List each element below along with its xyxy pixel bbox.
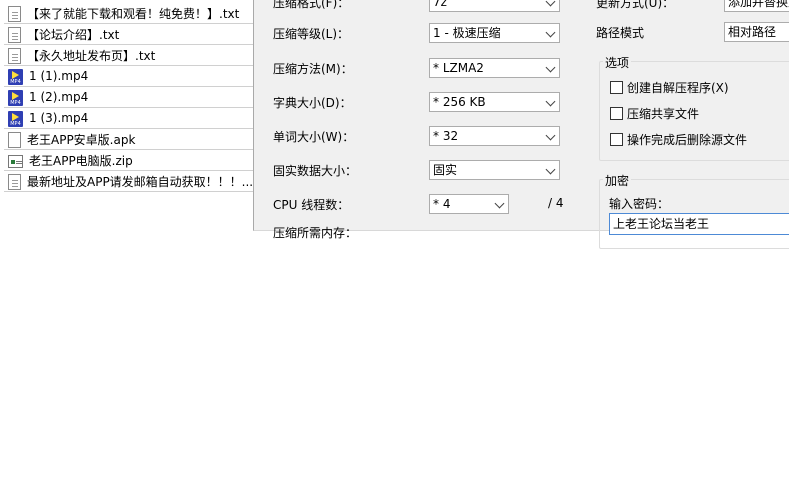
chevron-down-icon: [545, 27, 556, 38]
list-item[interactable]: 【永久地址发布页】.txt: [4, 45, 253, 66]
method-select[interactable]: * LZMA2: [429, 58, 560, 78]
zip-file-icon: [8, 154, 23, 168]
password-label: 输入密码：: [609, 197, 670, 211]
list-item[interactable]: 最新地址及APP请发邮箱自动获取！！！....: [4, 171, 253, 192]
list-item[interactable]: 【论坛介绍】.txt: [4, 24, 253, 45]
checkbox-box[interactable]: [610, 107, 623, 120]
mp4-file-icon: [8, 68, 23, 85]
method-value: * LZMA2: [433, 61, 484, 75]
dict-value: * 256 KB: [433, 95, 486, 109]
shared-files-checkbox[interactable]: 压缩共享文件: [610, 105, 699, 122]
file-list: 【来了就能下载和观看！纯免费！】.txt 【论坛介绍】.txt 【永久地址发布页…: [0, 0, 253, 194]
file-name: 1 (1).mp4: [29, 69, 89, 83]
apk-file-icon: [8, 131, 21, 148]
list-item[interactable]: 老王APP安卓版.apk: [4, 129, 253, 150]
chevron-down-icon: [545, 130, 556, 141]
encrypt-title: 加密: [603, 172, 632, 189]
file-name: 【论坛介绍】.txt: [27, 27, 120, 42]
delete-after-checkbox[interactable]: 操作完成后删除源文件: [610, 131, 747, 148]
format-value: 7z: [433, 0, 447, 9]
chevron-down-icon: [545, 62, 556, 73]
chevron-down-icon: [545, 96, 556, 107]
mp4-file-icon: [8, 89, 23, 106]
chevron-down-icon: [494, 198, 505, 209]
list-item[interactable]: 1 (2).mp4: [4, 87, 253, 108]
sfx-label: 创建自解压程序(X): [627, 81, 729, 95]
sfx-checkbox[interactable]: 创建自解压程序(X): [610, 79, 729, 96]
cpu-value: * 4: [433, 197, 451, 211]
file-name: 1 (3).mp4: [29, 111, 89, 125]
dict-label: 字典大小(D)：: [273, 96, 352, 110]
chevron-down-icon: [545, 164, 556, 175]
format-select[interactable]: 7z: [429, 0, 560, 12]
file-name: 1 (2).mp4: [29, 90, 89, 104]
txt-file-icon: [8, 5, 21, 22]
compress-dialog: 压缩格式(F)： 7z 压缩等级(L)： 1 - 极速压缩 压缩方法(M)： *…: [253, 0, 789, 249]
file-name: 老王APP电脑版.zip: [29, 153, 133, 168]
cpu-label: CPU 线程数：: [273, 198, 350, 212]
shared-files-label: 压缩共享文件: [627, 107, 700, 121]
dict-select[interactable]: * 256 KB: [429, 92, 560, 112]
solid-value: 固实: [433, 163, 458, 177]
path-value: 相对路径: [728, 25, 777, 39]
path-select[interactable]: 相对路径: [724, 22, 789, 42]
txt-file-icon: [8, 47, 21, 64]
solid-select[interactable]: 固实: [429, 160, 560, 180]
txt-file-icon: [8, 173, 21, 190]
format-label: 压缩格式(F)：: [273, 0, 350, 10]
update-select[interactable]: 添加并替换文件: [724, 0, 789, 12]
path-label: 路径模式: [596, 26, 645, 40]
password-input[interactable]: 上老王论坛当老王: [609, 213, 789, 235]
list-item[interactable]: 老王APP电脑版.zip: [4, 150, 253, 171]
word-value: * 32: [433, 129, 459, 143]
delete-after-label: 操作完成后删除源文件: [627, 133, 748, 147]
word-select[interactable]: * 32: [429, 126, 560, 146]
word-label: 单词大小(W)：: [273, 130, 355, 144]
level-select[interactable]: 1 - 极速压缩: [429, 23, 560, 43]
file-name: 老王APP安卓版.apk: [27, 132, 136, 147]
checkbox-box[interactable]: [610, 81, 623, 94]
file-name: 最新地址及APP请发邮箱自动获取！！！....: [27, 174, 253, 189]
chevron-down-icon: [545, 0, 556, 7]
update-value: 添加并替换文件: [728, 0, 789, 9]
cpu-threads-select[interactable]: * 4: [429, 194, 509, 214]
options-title: 选项: [603, 54, 632, 71]
file-name: 【永久地址发布页】.txt: [27, 48, 156, 63]
checkbox-box[interactable]: [610, 133, 623, 146]
password-value: 上老王论坛当老王: [613, 217, 710, 231]
level-value: 1 - 极速压缩: [433, 26, 501, 40]
solid-label: 固实数据大小：: [273, 164, 358, 178]
list-item[interactable]: 1 (1).mp4: [4, 66, 253, 87]
list-item[interactable]: 1 (3).mp4: [4, 108, 253, 129]
cpu-total: / 4: [548, 196, 564, 210]
level-label: 压缩等级(L)：: [273, 27, 350, 41]
method-label: 压缩方法(M)：: [273, 62, 353, 76]
list-item[interactable]: 【来了就能下载和观看！纯免费！】.txt: [4, 3, 253, 24]
file-name: 【来了就能下载和观看！纯免费！】.txt: [27, 6, 240, 21]
memory-label: 压缩所需内存：: [273, 226, 358, 240]
update-label: 更新方式(U)：: [596, 0, 675, 10]
txt-file-icon: [8, 26, 21, 43]
mp4-file-icon: [8, 110, 23, 127]
